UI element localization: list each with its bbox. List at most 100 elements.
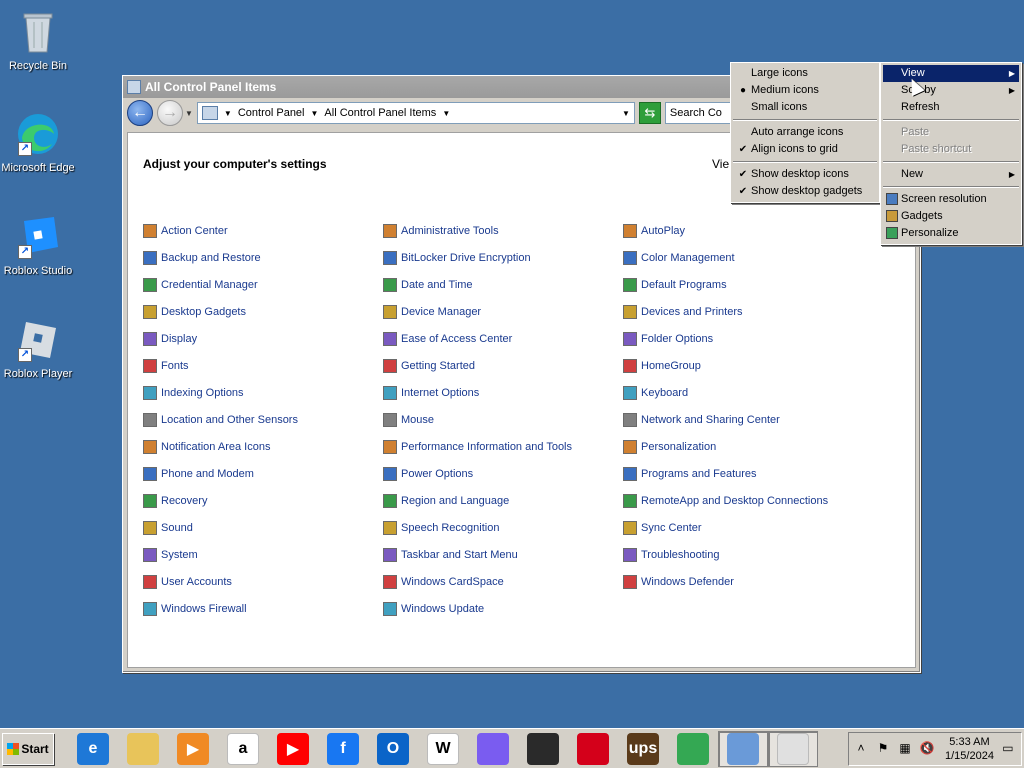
cp-item-display[interactable]: Display (143, 332, 197, 346)
cp-item-performance-information-and-tools[interactable]: Performance Information and Tools (383, 440, 572, 454)
menu-item-small-icons[interactable]: Small icons (733, 99, 877, 116)
view-by-label[interactable]: Vie (712, 157, 729, 171)
refresh-button[interactable]: ⇆ (638, 102, 661, 124)
show-hidden-icons-chevron[interactable]: ˄ (853, 741, 869, 757)
cp-item-credential-manager[interactable]: Credential Manager (143, 278, 258, 292)
cp-item-getting-started[interactable]: Getting Started (383, 359, 475, 373)
cp-item-personalization[interactable]: Personalization (623, 440, 716, 454)
back-button[interactable]: ← (127, 100, 153, 126)
menu-item-view[interactable]: View ▶ (883, 65, 1019, 82)
taskbar-button-facebook[interactable]: f (318, 731, 368, 767)
cp-item-user-accounts[interactable]: User Accounts (143, 575, 232, 589)
taskbar-button-outlook[interactable]: O (368, 731, 418, 767)
cp-item-notification-area-icons[interactable]: Notification Area Icons (143, 440, 270, 454)
taskbar-button-control-panel[interactable] (718, 730, 768, 767)
cp-item-devices-and-printers[interactable]: Devices and Printers (623, 305, 743, 319)
menu-item-show-desktop-icons[interactable]: ✔ Show desktop icons (733, 166, 877, 183)
cp-item-desktop-gadgets[interactable]: Desktop Gadgets (143, 305, 246, 319)
chevron-down-icon[interactable]: ▼ (311, 109, 319, 118)
cp-item-autoplay[interactable]: AutoPlay (623, 224, 685, 238)
cp-item-windows-cardspace[interactable]: Windows CardSpace (383, 575, 504, 589)
cp-item-backup-and-restore[interactable]: Backup and Restore (143, 251, 261, 265)
cp-item-fonts[interactable]: Fonts (143, 359, 189, 373)
chevron-down-icon[interactable]: ▼ (224, 109, 232, 118)
volume-muted-icon[interactable]: 🔇 (919, 741, 935, 757)
menu-item-personalize[interactable]: Personalize (883, 225, 1019, 242)
cp-item-sync-center[interactable]: Sync Center (623, 521, 702, 535)
menu-item-large-icons[interactable]: Large icons (733, 65, 877, 82)
cp-item-windows-firewall[interactable]: Windows Firewall (143, 602, 247, 616)
menu-item-show-gadgets[interactable]: ✔ Show desktop gadgets (733, 183, 877, 200)
menu-item-paste[interactable]: Paste (883, 124, 1019, 141)
cp-item-location-and-other-sensors[interactable]: Location and Other Sensors (143, 413, 298, 427)
cp-item-phone-and-modem[interactable]: Phone and Modem (143, 467, 254, 481)
cp-item-sound[interactable]: Sound (143, 521, 193, 535)
action-center-flag-icon[interactable]: ⚑ (875, 741, 891, 757)
cp-item-windows-update[interactable]: Windows Update (383, 602, 484, 616)
cp-item-speech-recognition[interactable]: Speech Recognition (383, 521, 499, 535)
chevron-down-icon[interactable]: ▼ (442, 109, 450, 118)
taskbar-button-copilot[interactable] (468, 731, 518, 767)
network-icon[interactable]: ▦ (897, 741, 913, 757)
search-placeholder: Search Co (669, 107, 722, 119)
desktop-icon-microsoft-edge[interactable]: ↗ Microsoft Edge (0, 110, 76, 174)
desktop-icon-roblox-player[interactable]: ↗ Roblox Player (0, 316, 76, 380)
cp-item-date-and-time[interactable]: Date and Time (383, 278, 473, 292)
cp-item-network-and-sharing-center[interactable]: Network and Sharing Center (623, 413, 780, 427)
taskbar-button-ups[interactable]: ups (618, 731, 668, 767)
taskbar-button-youtube[interactable]: ▶ (268, 731, 318, 767)
forward-button[interactable]: → (157, 100, 183, 126)
clock[interactable]: 5:33 AM 1/15/2024 (945, 735, 994, 763)
menu-item-refresh[interactable]: Refresh (883, 99, 1019, 116)
cp-item-keyboard[interactable]: Keyboard (623, 386, 688, 400)
taskbar-button-internet-explorer[interactable]: e (68, 731, 118, 767)
cp-item-mouse[interactable]: Mouse (383, 413, 434, 427)
cp-item-internet-options[interactable]: Internet Options (383, 386, 479, 400)
menu-item-auto-arrange[interactable]: Auto arrange icons (733, 124, 877, 141)
menu-item-sort-by[interactable]: Sort by ▶ (883, 82, 1019, 99)
cp-item-troubleshooting[interactable]: Troubleshooting (623, 548, 719, 562)
desktop-icon-recycle-bin[interactable]: Recycle Bin (0, 8, 76, 72)
breadcrumb-control-panel[interactable]: Control Panel (238, 107, 305, 119)
taskbar-button-file-explorer[interactable] (118, 731, 168, 767)
cp-item-bitlocker-drive-encryption[interactable]: BitLocker Drive Encryption (383, 251, 531, 265)
taskbar-button-chrome[interactable] (668, 731, 718, 767)
menu-item-gadgets[interactable]: Gadgets (883, 208, 1019, 225)
cp-item-administrative-tools[interactable]: Administrative Tools (383, 224, 499, 238)
menu-item-screen-resolution[interactable]: Screen resolution (883, 191, 1019, 208)
menu-item-new[interactable]: New ▶ (883, 166, 1019, 183)
recent-pages-dropdown[interactable]: ▼ (185, 109, 193, 118)
cp-item-recovery[interactable]: Recovery (143, 494, 207, 508)
start-button[interactable]: Start (2, 732, 54, 765)
address-history-dropdown[interactable]: ▼ (622, 109, 630, 118)
breadcrumb-all-items[interactable]: All Control Panel Items (324, 107, 436, 119)
cp-item-programs-and-features[interactable]: Programs and Features (623, 467, 757, 481)
taskbar-button-amazon[interactable]: a (218, 731, 268, 767)
cp-item-indexing-options[interactable]: Indexing Options (143, 386, 244, 400)
show-desktop-icon[interactable]: ▭ (1000, 741, 1016, 757)
menu-item-paste-shortcut[interactable]: Paste shortcut (883, 141, 1019, 158)
cp-item-color-management[interactable]: Color Management (623, 251, 735, 265)
cp-item-power-options[interactable]: Power Options (383, 467, 473, 481)
menu-item-align-grid[interactable]: ✔ Align icons to grid (733, 141, 877, 158)
file-explorer-icon (127, 732, 159, 765)
menu-item-medium-icons[interactable]: ● Medium icons (733, 82, 877, 99)
taskbar-button-bank-of-america[interactable] (568, 731, 618, 767)
cp-item-device-manager[interactable]: Device Manager (383, 305, 481, 319)
cp-item-region-and-language[interactable]: Region and Language (383, 494, 509, 508)
cp-item-ease-of-access-center[interactable]: Ease of Access Center (383, 332, 512, 346)
taskbar-button-store[interactable] (518, 731, 568, 767)
cp-item-folder-options[interactable]: Folder Options (623, 332, 713, 346)
cp-item-taskbar-and-start-menu[interactable]: Taskbar and Start Menu (383, 548, 518, 562)
taskbar-button-wikipedia[interactable]: W (418, 731, 468, 767)
cp-item-homegroup[interactable]: HomeGroup (623, 359, 701, 373)
cp-item-default-programs[interactable]: Default Programs (623, 278, 727, 292)
cp-item-action-center[interactable]: Action Center (143, 224, 228, 238)
cp-item-remoteapp-and-desktop-connections[interactable]: RemoteApp and Desktop Connections (623, 494, 828, 508)
cp-item-system[interactable]: System (143, 548, 198, 562)
taskbar-button-media-player[interactable]: ▶ (168, 731, 218, 767)
cp-item-windows-defender[interactable]: Windows Defender (623, 575, 734, 589)
address-bar[interactable]: ▼ Control Panel ▼ All Control Panel Item… (196, 102, 635, 124)
taskbar-button-mouse[interactable] (768, 730, 818, 767)
desktop-icon-roblox-studio[interactable]: ↗ Roblox Studio (0, 213, 76, 277)
